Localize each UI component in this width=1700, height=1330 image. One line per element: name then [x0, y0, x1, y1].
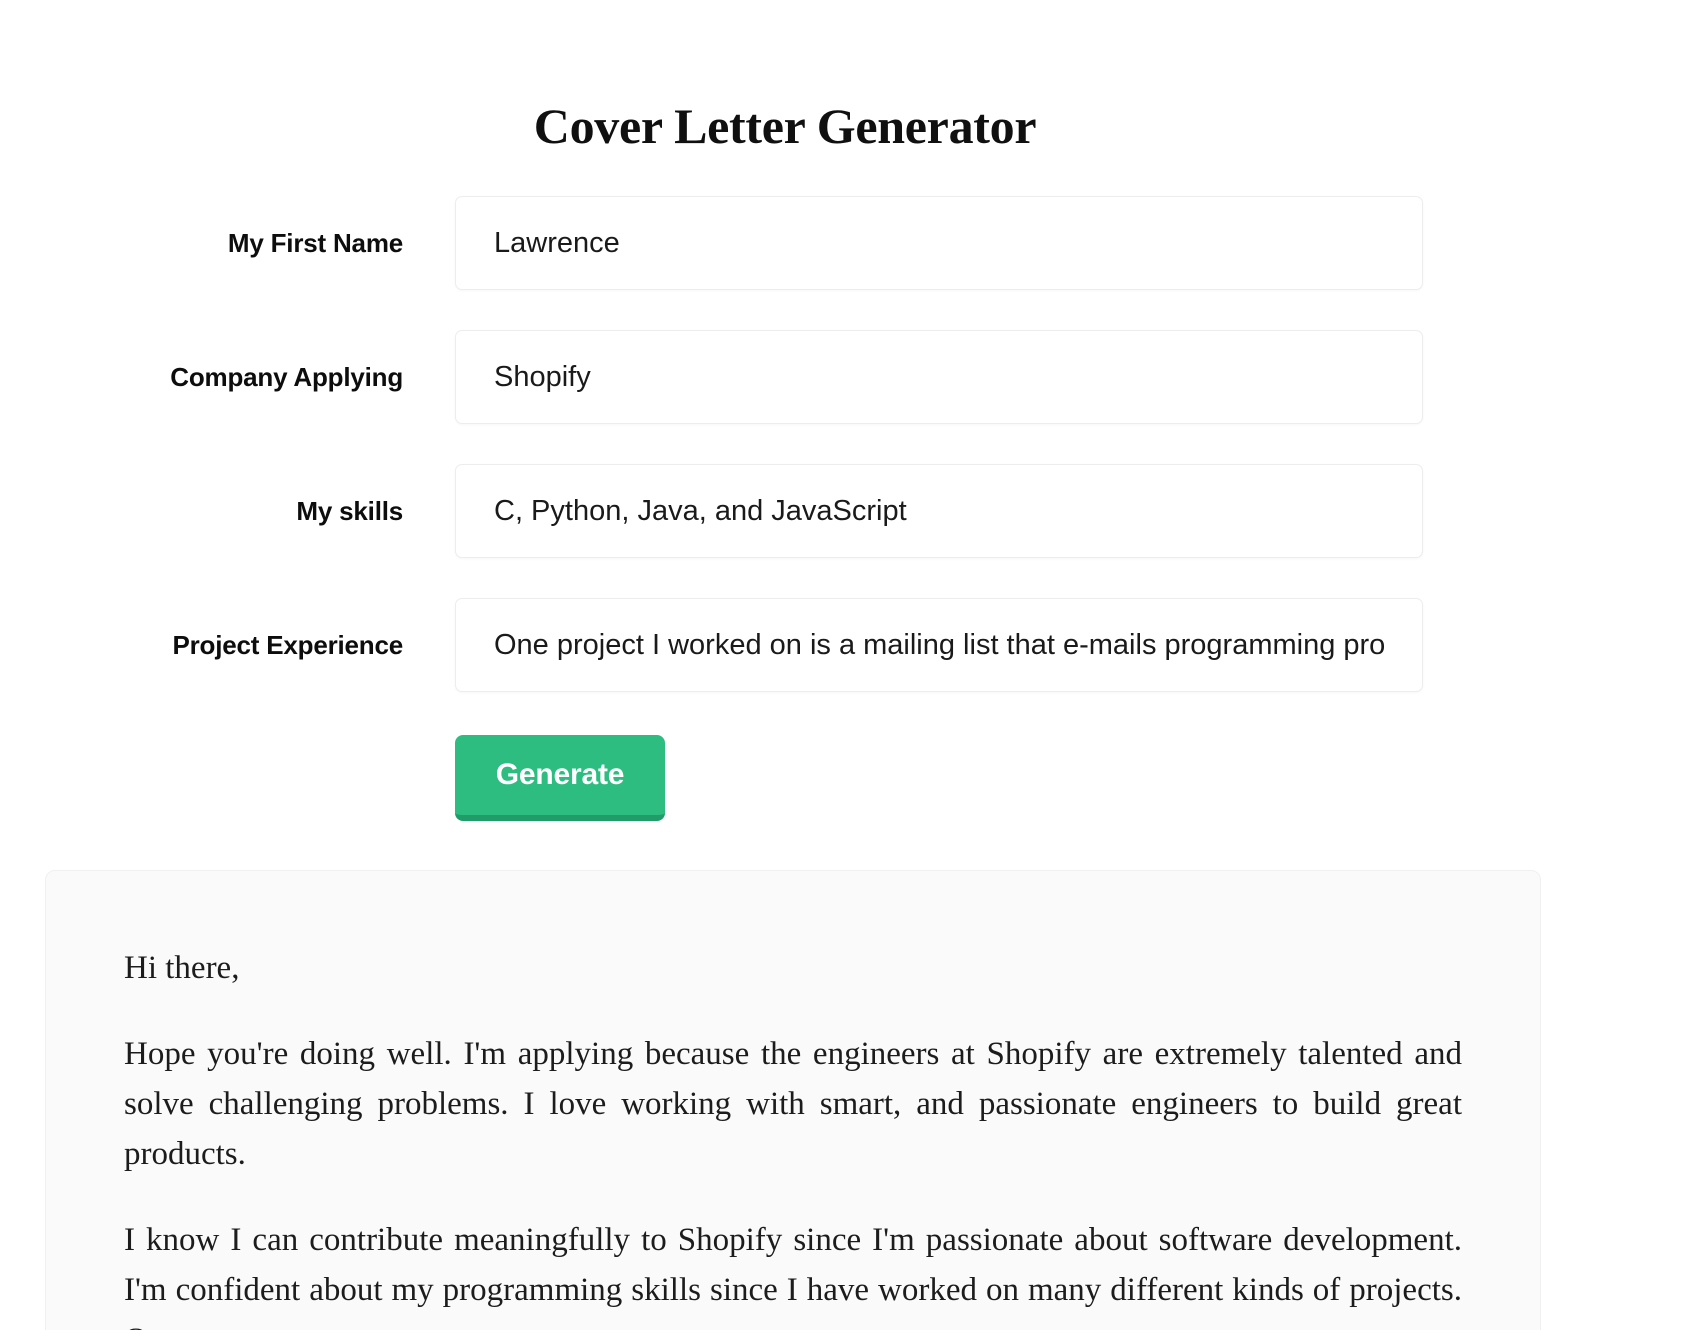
field-wrap-first-name: [455, 196, 1423, 290]
my-skills-input[interactable]: [455, 464, 1423, 558]
project-experience-input[interactable]: [455, 598, 1423, 692]
letter-paragraph: I know I can contribute meaningfully to …: [124, 1215, 1462, 1330]
letter-paragraph: Hope you're doing well. I'm applying bec…: [124, 1029, 1462, 1179]
form-row-my-skills: My skills: [0, 464, 1570, 558]
field-wrap-project-experience: [455, 598, 1423, 692]
form-row-first-name: My First Name: [0, 196, 1570, 290]
label-first-name: My First Name: [0, 227, 403, 259]
generate-button[interactable]: Generate: [455, 735, 665, 821]
label-company-applying: Company Applying: [0, 361, 403, 393]
page-title: Cover Letter Generator: [0, 96, 1570, 156]
form-row-project-experience: Project Experience: [0, 598, 1570, 692]
first-name-input[interactable]: [455, 196, 1423, 290]
company-applying-input[interactable]: [455, 330, 1423, 424]
letter-paragraph: Hi there,: [124, 943, 1462, 993]
field-wrap-company-applying: [455, 330, 1423, 424]
label-my-skills: My skills: [0, 495, 403, 527]
cover-letter-generator-page: Cover Letter Generator My First Name Com…: [0, 0, 1700, 1330]
generated-letter-card: Hi there, Hope you're doing well. I'm ap…: [45, 870, 1541, 1330]
label-project-experience: Project Experience: [0, 629, 403, 661]
cover-letter-form: My First Name Company Applying My skills…: [0, 196, 1570, 732]
generated-letter-text: Hi there, Hope you're doing well. I'm ap…: [124, 943, 1462, 1330]
generate-button-row: Generate: [455, 735, 665, 821]
field-wrap-my-skills: [455, 464, 1423, 558]
form-row-company-applying: Company Applying: [0, 330, 1570, 424]
